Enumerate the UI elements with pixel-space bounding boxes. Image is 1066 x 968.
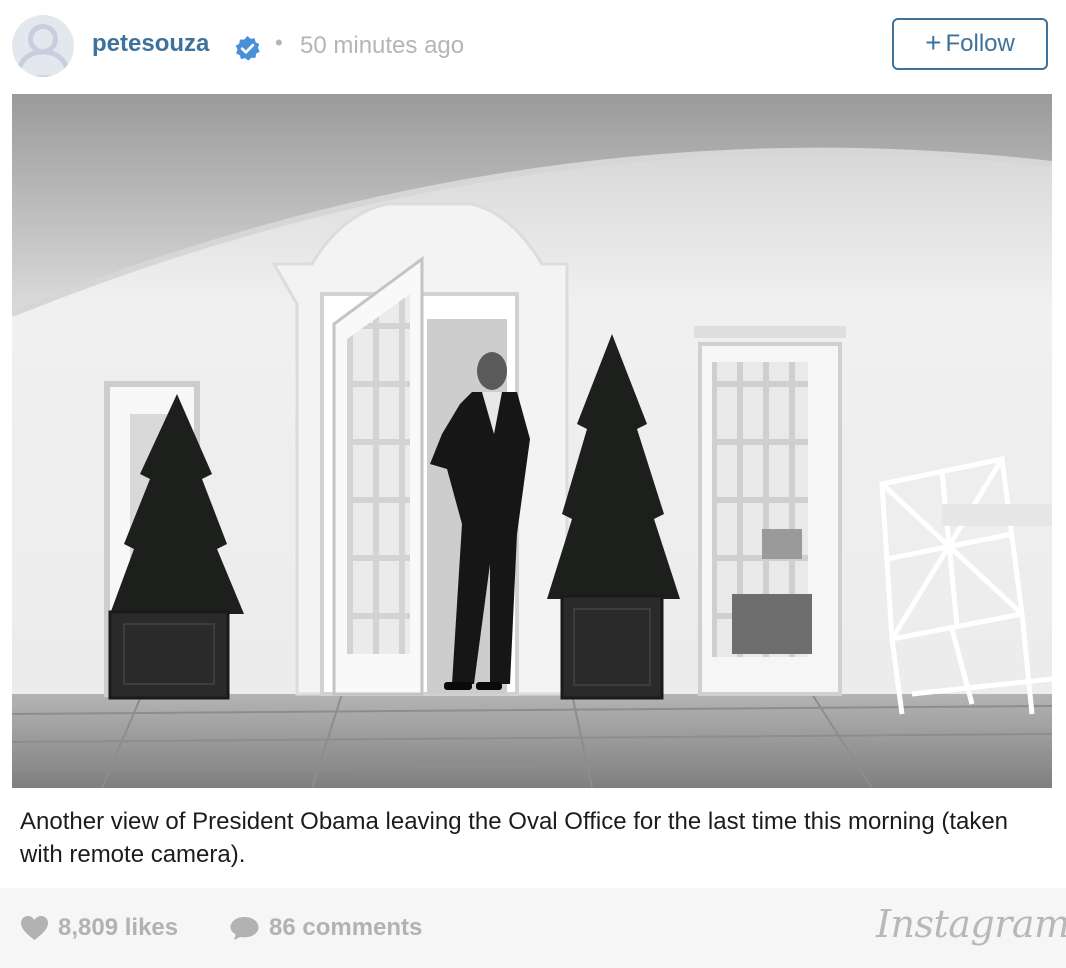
post-footer: 8,809 likes 86 comments Instagram — [0, 888, 1066, 968]
post-caption: Another view of President Obama leaving … — [20, 808, 1009, 868]
comments-count[interactable]: 86 comments — [229, 914, 422, 942]
heart-icon — [21, 916, 48, 940]
separator-dot: • — [275, 30, 283, 55]
comments-label: 86 comments — [269, 914, 423, 941]
follow-button[interactable]: + Follow — [892, 18, 1048, 70]
follow-label: Follow — [945, 30, 1015, 57]
username-link[interactable]: petesouza — [92, 30, 209, 58]
post-header: petesouza • 50 minutes ago + Follow — [0, 0, 1066, 94]
avatar[interactable] — [11, 14, 75, 78]
verified-badge-icon — [235, 35, 260, 61]
likes-label: 8,809 likes — [58, 914, 179, 941]
photo-illustration — [12, 94, 1052, 788]
instagram-wordmark[interactable]: Instagram — [876, 902, 1066, 946]
instagram-embed: petesouza • 50 minutes ago + Follow Anot… — [0, 0, 1066, 968]
post-photo[interactable] — [12, 94, 1052, 788]
likes-count[interactable]: 8,809 likes — [20, 914, 178, 942]
post-timestamp[interactable]: 50 minutes ago — [300, 32, 464, 60]
plus-icon: + — [925, 27, 942, 58]
comment-bubble-icon — [230, 917, 259, 940]
